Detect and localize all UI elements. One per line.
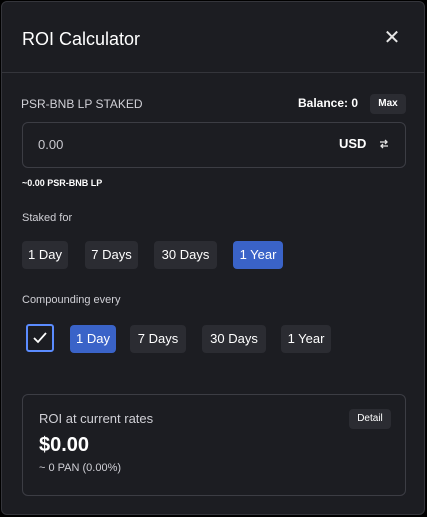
staked-for-1-day[interactable]: 1 Day xyxy=(22,241,68,269)
compounding-label: Compounding every xyxy=(22,294,121,306)
staked-token-label: PSR-BNB LP STAKED xyxy=(21,97,143,111)
compounding-options: 1 Day 7 Days 30 Days 1 Year xyxy=(2,325,424,353)
converted-amount: ~0.00 PSR-BNB LP xyxy=(22,178,103,188)
modal-title: ROI Calculator xyxy=(22,29,141,49)
roi-calculator-modal: ROI Calculator ✕ PSR-BNB LP STAKED Balan… xyxy=(1,1,425,515)
currency-label: USD xyxy=(339,136,367,151)
detail-button[interactable]: Detail xyxy=(349,409,391,429)
stake-amount-input[interactable] xyxy=(38,137,238,152)
staked-for-1-year[interactable]: 1 Year xyxy=(233,241,283,269)
staked-for-label: Staked for xyxy=(22,212,73,224)
roi-value: $0.00 xyxy=(39,434,90,456)
staked-for-7-days[interactable]: 7 Days xyxy=(85,241,138,269)
compounding-7-days[interactable]: 7 Days xyxy=(130,325,186,353)
modal-header: ROI Calculator ✕ xyxy=(2,2,424,73)
compounding-1-day[interactable]: 1 Day xyxy=(70,325,116,353)
compounding-30-days[interactable]: 30 Days xyxy=(202,325,266,353)
roi-label: ROI at current rates xyxy=(39,411,154,426)
swap-icon[interactable] xyxy=(377,137,391,151)
roi-summary: ROI at current rates Detail $0.00 ~ 0 PA… xyxy=(22,394,406,496)
max-button[interactable]: Max xyxy=(370,94,406,114)
staked-for-options: 1 Day 7 Days 30 Days 1 Year xyxy=(2,241,424,269)
compounding-1-year[interactable]: 1 Year xyxy=(281,325,331,353)
roi-token-amount: ~ 0 PAN (0.00%) xyxy=(39,462,122,474)
stake-amount-field[interactable]: USD xyxy=(22,122,406,168)
balance-text: Balance: 0 xyxy=(298,96,359,110)
close-icon[interactable]: ✕ xyxy=(382,26,402,50)
staked-for-30-days[interactable]: 30 Days xyxy=(154,241,217,269)
